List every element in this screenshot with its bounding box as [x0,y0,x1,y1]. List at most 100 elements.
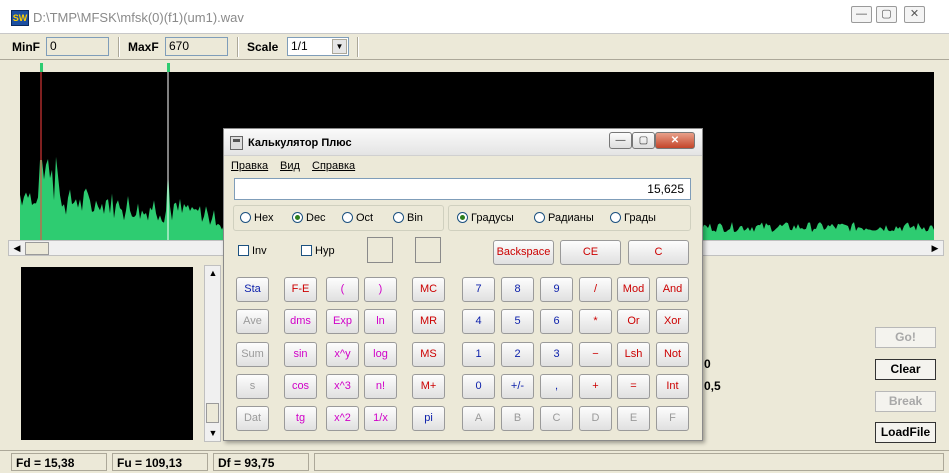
menu-view[interactable]: Вид [280,160,300,172]
calc-button[interactable]: E [617,406,650,431]
calculator-window[interactable]: Калькулятор Плюс — ▢ ✕ Правка Вид Справк… [223,128,703,441]
calc-button[interactable]: Dat [236,406,269,431]
scroll-left-icon[interactable]: ◀ [10,242,24,255]
calc-button[interactable]: Ave [236,309,269,334]
calc-button[interactable]: Sum [236,342,269,367]
calc-button[interactable]: 3 [540,342,573,367]
calculator-display[interactable]: 15,625 [234,178,691,200]
marker-handle[interactable] [40,63,43,72]
calc-button[interactable]: Exp [326,309,359,334]
calc-button[interactable]: + [579,374,612,399]
calc-button[interactable]: MC [412,277,445,302]
scroll-right-icon[interactable]: ▶ [928,242,942,255]
calc-button[interactable]: n! [364,374,397,399]
marker-handle[interactable] [167,63,170,72]
calc-button[interactable]: MS [412,342,445,367]
radio-dec[interactable]: Dec [292,212,326,226]
calc-button[interactable]: D [579,406,612,431]
calc-button[interactable]: x^3 [326,374,359,399]
calc-button[interactable]: 5 [501,309,534,334]
radio-grads[interactable]: Грады [610,212,656,226]
radio-icon [342,212,353,223]
maxf-input[interactable]: 670 [165,37,228,56]
scroll-thumb[interactable] [25,242,49,255]
calc-button[interactable]: 1/x [364,406,397,431]
loadfile-button[interactable]: LoadFile [875,422,936,443]
radio-degrees[interactable]: Градусы [457,212,514,226]
calc-button[interactable]: Mod [617,277,650,302]
calc-button[interactable]: +/- [501,374,534,399]
menu-help[interactable]: Справка [312,160,355,172]
calc-button[interactable]: And [656,277,689,302]
calc-button[interactable]: , [540,374,573,399]
calc-button[interactable]: 8 [501,277,534,302]
calc-close-button[interactable]: ✕ [655,132,695,149]
vertical-scrollbar[interactable]: ▲ ▼ [204,265,221,442]
calc-button[interactable]: 6 [540,309,573,334]
chevron-down-icon[interactable]: ▼ [332,39,347,54]
calc-button[interactable]: pi [412,406,445,431]
backspace-button[interactable]: Backspace [493,240,554,265]
minf-input[interactable]: 0 [46,37,109,56]
ce-button[interactable]: CE [560,240,621,265]
calculator-title-bar[interactable]: Калькулятор Плюс — ▢ ✕ [224,129,702,156]
c-button[interactable]: C [628,240,689,265]
calc-button[interactable]: Int [656,374,689,399]
calc-button[interactable]: Sta [236,277,269,302]
calc-button[interactable]: x^y [326,342,359,367]
calc-button[interactable]: 0 [462,374,495,399]
calc-button[interactable]: MR [412,309,445,334]
calc-button[interactable]: ) [364,277,397,302]
calc-button[interactable]: Not [656,342,689,367]
calc-button[interactable]: Or [617,309,650,334]
calc-button[interactable]: F [656,406,689,431]
calc-button[interactable]: F-E [284,277,317,302]
calc-button[interactable]: A [462,406,495,431]
calc-button[interactable]: * [579,309,612,334]
minimize-button[interactable]: — [851,6,872,23]
calc-button[interactable]: dms [284,309,317,334]
scroll-down-icon[interactable]: ▼ [206,427,220,440]
radio-bin[interactable]: Bin [393,212,423,226]
checkbox-hyp[interactable]: Hyp [301,245,335,257]
calc-button[interactable]: C [540,406,573,431]
calc-button[interactable]: − [579,342,612,367]
calc-button[interactable]: ln [364,309,397,334]
break-button[interactable]: Break [875,391,936,412]
radio-hex[interactable]: Hex [240,212,274,226]
radio-radians[interactable]: Радианы [534,212,594,226]
calc-button[interactable]: 1 [462,342,495,367]
checkbox-label: Hyp [315,245,335,257]
maximize-button[interactable]: ▢ [876,6,897,23]
calc-button[interactable]: 4 [462,309,495,334]
calculator-title: Калькулятор Плюс [248,137,352,149]
clear-button[interactable]: Clear [875,359,936,380]
calc-button[interactable]: M+ [412,374,445,399]
calc-button[interactable]: / [579,277,612,302]
go-button[interactable]: Go! [875,327,936,348]
menu-edit[interactable]: Правка [231,160,268,172]
scale-select[interactable]: 1/1 ▼ [287,37,349,56]
calc-button[interactable]: log [364,342,397,367]
calc-button[interactable]: = [617,374,650,399]
calc-button[interactable]: 9 [540,277,573,302]
calc-button[interactable]: tg [284,406,317,431]
radio-oct[interactable]: Oct [342,212,373,226]
calc-button[interactable]: sin [284,342,317,367]
window-title: D:\TMP\MFSK\mfsk(0)(f1)(um1).wav [33,10,244,25]
calc-button[interactable]: Lsh [617,342,650,367]
calc-button[interactable]: ( [326,277,359,302]
checkbox-inv[interactable]: Inv [238,245,267,257]
calc-button[interactable]: 7 [462,277,495,302]
calc-minimize-button[interactable]: — [609,132,632,149]
scroll-up-icon[interactable]: ▲ [206,267,220,280]
scroll-thumb[interactable] [206,403,219,423]
calc-button[interactable]: cos [284,374,317,399]
calc-button[interactable]: Xor [656,309,689,334]
close-button[interactable]: ✕ [904,6,925,23]
calc-button[interactable]: x^2 [326,406,359,431]
calc-button[interactable]: B [501,406,534,431]
calc-button[interactable]: s [236,374,269,399]
calc-maximize-button[interactable]: ▢ [632,132,655,149]
calc-button[interactable]: 2 [501,342,534,367]
